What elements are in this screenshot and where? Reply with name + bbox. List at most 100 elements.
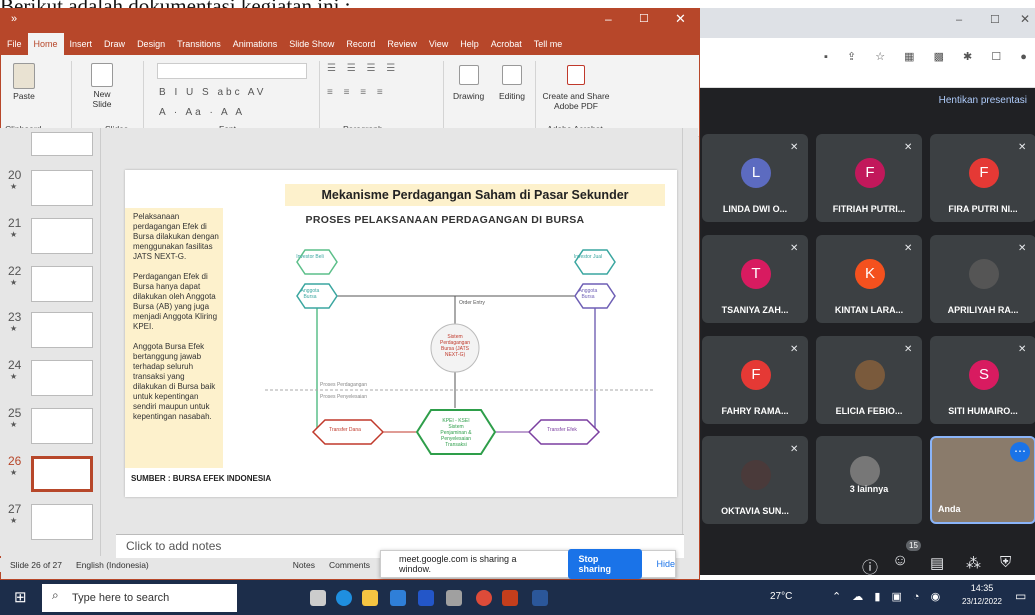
tab-file[interactable]: File [1, 39, 28, 49]
paragraph-buttons[interactable]: ☰ ☰ ☰ ☰ [327, 63, 399, 74]
thumbnail-26[interactable]: 26 ★ [0, 454, 112, 498]
status-slide-counter: Slide 26 of 27 [10, 560, 62, 570]
chrome-toolbar: ▪ ⇪ ☆ ▦ ▩ ✱ ☐ ● [700, 38, 1035, 88]
participant-tile[interactable]: ✕ OKTAVIA SUN... [702, 436, 808, 524]
info-icon[interactable]: ⓘ [862, 554, 878, 578]
meet-controls: ⓘ ☺ 15 ▤ ⁂ ⛨ [700, 540, 1035, 580]
thumbnail-25[interactable]: 25 ★ [0, 406, 112, 450]
mic-off-icon: ✕ [790, 243, 799, 254]
paste-button[interactable]: Paste [13, 63, 35, 101]
tab-animations[interactable]: Animations [227, 39, 284, 49]
mic-off-icon: ✕ [790, 344, 799, 355]
tab-design[interactable]: Design [131, 39, 171, 49]
mic-off-icon: ✕ [790, 444, 799, 455]
notes-button[interactable]: Notes [293, 560, 315, 570]
indent-buttons[interactable]: ≡ ≡ ≡ ≡ [327, 87, 387, 98]
mic-off-icon: ✕ [1018, 344, 1027, 355]
windows-start-icon[interactable]: ⊞ [14, 588, 27, 606]
tab-view[interactable]: View [423, 39, 454, 49]
drawing-button[interactable]: Drawing [453, 65, 484, 101]
participant-tile[interactable]: ✕ L LINDA DWI O... [702, 134, 808, 222]
mic-off-icon: ✕ [904, 243, 913, 254]
close-icon[interactable]: ✕ [675, 11, 686, 27]
participant-tile[interactable]: ✕ S SITI HUMAIRO... [930, 336, 1035, 424]
mic-off-icon: ✕ [1018, 243, 1027, 254]
file-explorer-icon[interactable] [362, 590, 378, 606]
sharing-notification: meet.google.com is sharing a window. Sto… [380, 549, 676, 579]
new-slide-button[interactable]: New Slide [85, 63, 119, 109]
font-color-buttons[interactable]: A · Aa · A A [159, 107, 245, 118]
title-bar: » – ☐ ✕ [1, 9, 699, 33]
weather-temp[interactable]: 27°C [770, 591, 792, 602]
chrome-extension-icons[interactable]: ▪ ⇪ ☆ ▦ ▩ ✱ ☐ ● [824, 50, 1035, 63]
more-options-icon[interactable]: ⋯ [1010, 442, 1030, 462]
current-slide[interactable]: Mekanisme Perdagangan Saham di Pasar Sek… [125, 170, 677, 497]
tab-home[interactable]: Home [27, 33, 64, 55]
tab-tell-me[interactable]: Tell me [528, 39, 569, 49]
tab-review[interactable]: Review [381, 39, 423, 49]
store-icon[interactable] [418, 590, 434, 606]
participant-tile[interactable]: ✕ ELICIA FEBIO... [816, 336, 922, 424]
thumbnail-27[interactable]: 27 ★ [0, 502, 112, 546]
editing-button[interactable]: Editing [499, 65, 525, 101]
ribbon-tabs: File Home Insert Draw Design Transitions… [1, 33, 699, 55]
chrome-close-icon[interactable]: ✕ [1020, 12, 1030, 26]
tab-insert[interactable]: Insert [64, 39, 99, 49]
edge-icon[interactable] [336, 590, 352, 606]
thumbnail-scrollbar[interactable] [100, 128, 112, 556]
chrome-minimize-icon[interactable]: – [956, 14, 962, 26]
activities-icon[interactable]: ⁂ [966, 554, 981, 572]
tab-acrobat[interactable]: Acrobat [485, 39, 528, 49]
notification-icon[interactable]: ▭ [1015, 589, 1026, 603]
quick-access-icon[interactable]: » [11, 13, 17, 25]
font-format-buttons[interactable]: B I U S abc AV [159, 87, 266, 98]
status-language[interactable]: English (Indonesia) [76, 560, 149, 570]
thumbnail-23[interactable]: 23 ★ [0, 310, 112, 354]
more-participants-tile[interactable]: 3 lainnya [816, 436, 922, 524]
stop-presenting-link[interactable]: Hentikan presentasi [709, 95, 1035, 111]
mic-off-icon: ✕ [904, 142, 913, 153]
self-view-tile[interactable]: Anda ⋯ [930, 436, 1035, 524]
participant-tile[interactable]: ✕ F FIRA PUTRI NI... [930, 134, 1035, 222]
thumbnail-24[interactable]: 24 ★ [0, 358, 112, 402]
taskbar-search-input[interactable]: Type here to search [42, 584, 237, 612]
participant-tile[interactable]: ✕ F FITRIAH PUTRI... [816, 134, 922, 222]
participant-tile[interactable]: ✕ F FAHRY RAMA... [702, 336, 808, 424]
host-controls-icon[interactable]: ⛨ [1000, 554, 1011, 571]
font-name-box[interactable] [157, 63, 307, 79]
hide-button[interactable]: Hide [656, 559, 675, 569]
people-icon[interactable]: ☺ [892, 552, 908, 570]
tab-draw[interactable]: Draw [98, 39, 131, 49]
thumbnail-22[interactable]: 22 ★ [0, 264, 112, 308]
system-tray-icons[interactable]: ⌃ ☁ ▮ ▣ ◔ ◉ [832, 590, 944, 603]
thumbnail-21[interactable]: 21 ★ [0, 216, 112, 260]
create-share-pdf-button[interactable]: Create and Share Adobe PDF [541, 65, 611, 111]
chat-icon[interactable]: ▤ [930, 554, 944, 572]
stop-sharing-button[interactable]: Stop sharing [568, 549, 643, 579]
word-icon[interactable] [532, 590, 548, 606]
mic-off-icon: ✕ [1018, 142, 1027, 153]
search-icon: ⌕ [52, 588, 59, 602]
chrome-icon[interactable] [476, 590, 492, 606]
clock-date[interactable]: 23/12/2022 [958, 597, 1006, 606]
thumbnail-20[interactable]: 20 ★ [0, 168, 112, 212]
tab-transitions[interactable]: Transitions [171, 39, 227, 49]
powerpoint-icon[interactable] [502, 590, 518, 606]
tab-help[interactable]: Help [454, 39, 485, 49]
mail-icon[interactable] [390, 590, 406, 606]
participant-tile[interactable]: ✕ K KINTAN LARA... [816, 235, 922, 323]
chrome-maximize-icon[interactable]: ☐ [990, 13, 1000, 26]
slide-title: Mekanisme Perdagangan Saham di Pasar Sek… [285, 184, 665, 206]
participant-tile[interactable]: ✕ APRILIYAH RA... [930, 235, 1035, 323]
minimize-icon[interactable]: – [605, 12, 612, 26]
clock-time[interactable]: 14:35 [966, 583, 998, 593]
diagram-title: PROSES PELAKSANAAN PERDAGANGAN DI BURSA [305, 214, 585, 226]
tab-slide-show[interactable]: Slide Show [283, 39, 340, 49]
app-icon[interactable] [446, 590, 462, 606]
maximize-icon[interactable]: ☐ [639, 12, 649, 25]
tab-record[interactable]: Record [340, 39, 381, 49]
editor-scrollbar[interactable] [682, 128, 698, 534]
participant-tile[interactable]: ✕ T TSANIYA ZAH... [702, 235, 808, 323]
comments-button[interactable]: Comments [329, 560, 370, 570]
task-view-icon[interactable] [310, 590, 326, 606]
